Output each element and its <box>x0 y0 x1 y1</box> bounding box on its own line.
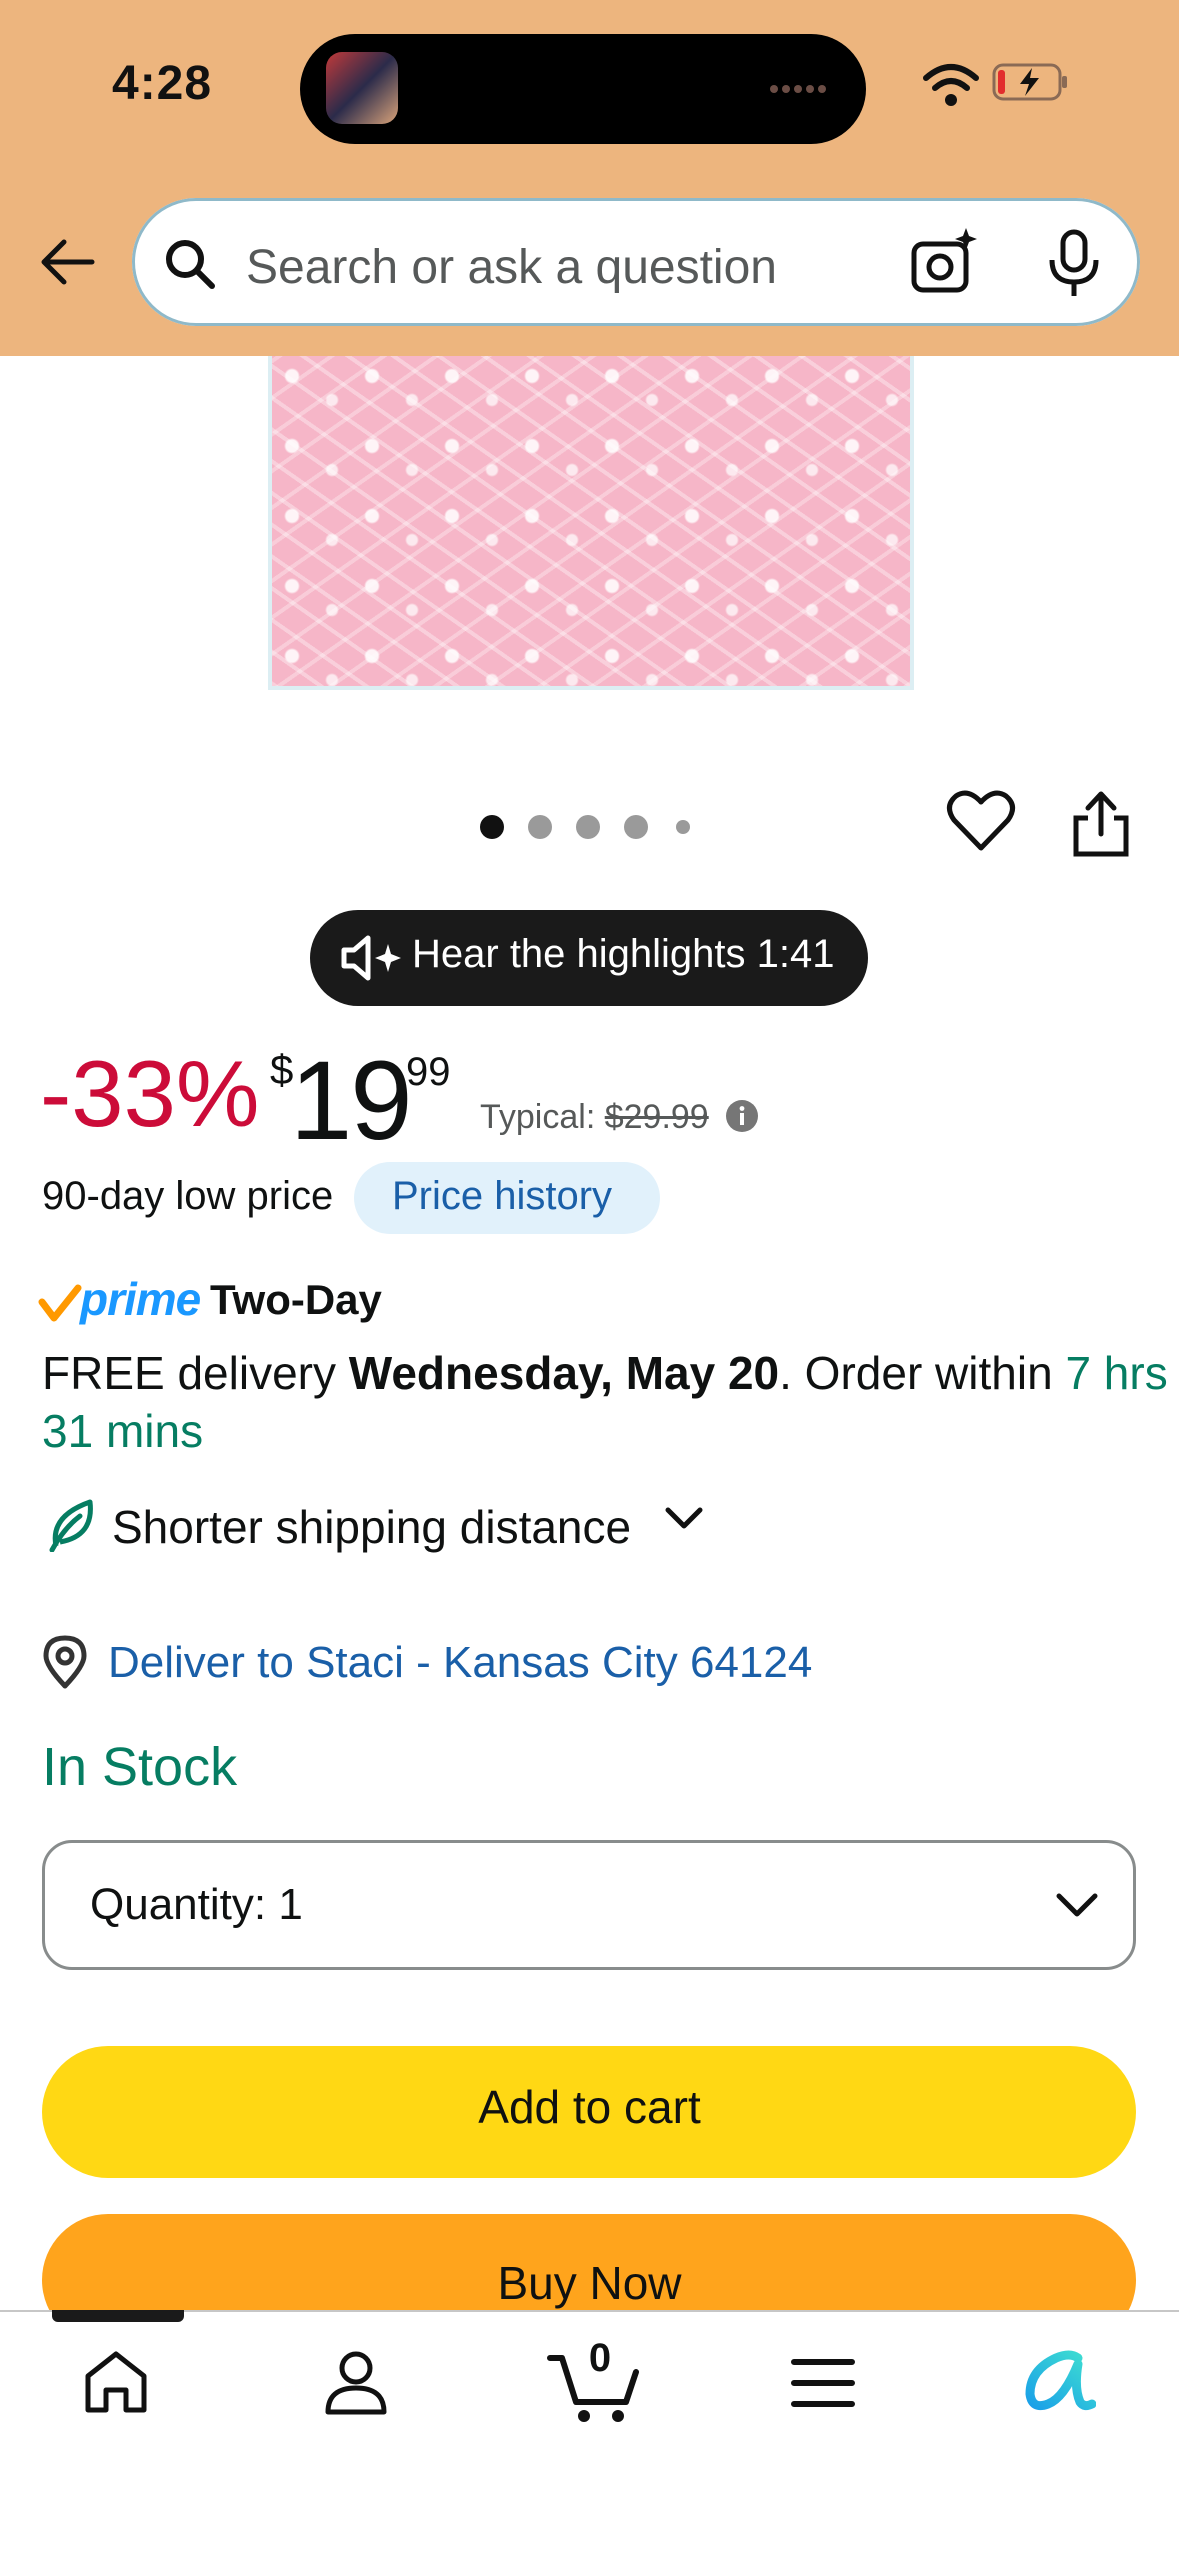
account-icon[interactable] <box>320 2346 392 2418</box>
carousel-dot[interactable] <box>528 815 552 839</box>
share-icon[interactable] <box>1070 790 1132 858</box>
quantity-value: Quantity: 1 <box>90 1880 303 1930</box>
search-placeholder: Search or ask a question <box>246 241 777 294</box>
add-to-cart-label: Add to cart <box>478 2081 701 2133</box>
quantity-label: Quantity: <box>90 1880 267 1929</box>
free-delivery-label: FREE delivery <box>42 1347 349 1399</box>
shorter-shipping-toggle[interactable]: Shorter shipping distance <box>112 1500 631 1554</box>
time-left-hours: 7 hrs <box>1065 1347 1168 1399</box>
discount-percent: -33% <box>40 1041 260 1146</box>
location-pin-icon <box>43 1635 87 1689</box>
stock-status: In Stock <box>42 1737 238 1797</box>
carousel-dot[interactable] <box>624 815 648 839</box>
delivery-info: FREE delivery Wednesday, May 20. Order w… <box>42 1346 1168 1400</box>
microphone-icon[interactable] <box>1046 228 1102 300</box>
prime-check-icon <box>38 1284 82 1322</box>
battery-charging-icon <box>992 63 1067 101</box>
carousel-dot[interactable] <box>576 815 600 839</box>
cart-count: 0 <box>588 2336 612 2380</box>
quantity-number: 1 <box>278 1880 303 1929</box>
typical-label: Typical: <box>480 1098 596 1136</box>
carousel-dot[interactable] <box>480 815 504 839</box>
order-within-label: . Order within <box>779 1347 1066 1399</box>
deliver-to-link[interactable]: Deliver to Staci - Kansas City 64124 <box>108 1638 812 1688</box>
typical-price: Typical: $29.99 <box>480 1098 709 1137</box>
audio-activity-icon <box>770 80 840 94</box>
product-image[interactable] <box>268 356 914 690</box>
carousel-dot[interactable] <box>676 820 690 834</box>
delivery-date: Wednesday, May 20 <box>348 1347 780 1399</box>
time-left-minutes: 31 mins <box>42 1405 204 1457</box>
info-icon[interactable] <box>726 1100 758 1132</box>
speaker-sparkle-icon <box>341 935 401 981</box>
menu-icon[interactable] <box>790 2352 856 2414</box>
home-icon[interactable] <box>80 2346 152 2418</box>
alexa-icon[interactable] <box>1020 2344 1096 2416</box>
active-tab-indicator <box>52 2310 184 2322</box>
status-time: 4:28 <box>112 57 213 110</box>
typical-value: $29.99 <box>604 1098 709 1136</box>
price-history-label: Price history <box>392 1174 613 1218</box>
price-fraction: 99 <box>406 1050 451 1094</box>
chevron-down-icon <box>1056 1893 1098 1917</box>
buy-now-label: Buy Now <box>497 2257 682 2309</box>
price-whole: 19 <box>290 1038 413 1163</box>
search-icon <box>166 240 215 289</box>
low-price-text: 90-day low price <box>42 1174 334 1218</box>
prime-speed: Two-Day <box>210 1276 382 1323</box>
camera-lens-icon[interactable] <box>908 226 982 300</box>
back-arrow-icon[interactable] <box>36 230 100 294</box>
chevron-down-icon[interactable] <box>664 1502 704 1534</box>
heart-icon[interactable] <box>946 788 1016 854</box>
now-playing-artwork[interactable] <box>326 52 398 124</box>
hear-highlights-label: Hear the highlights 1:41 <box>412 932 835 976</box>
prime-logo: prime <box>80 1273 201 1325</box>
leaf-icon <box>49 1499 93 1552</box>
wifi-icon <box>923 64 979 106</box>
